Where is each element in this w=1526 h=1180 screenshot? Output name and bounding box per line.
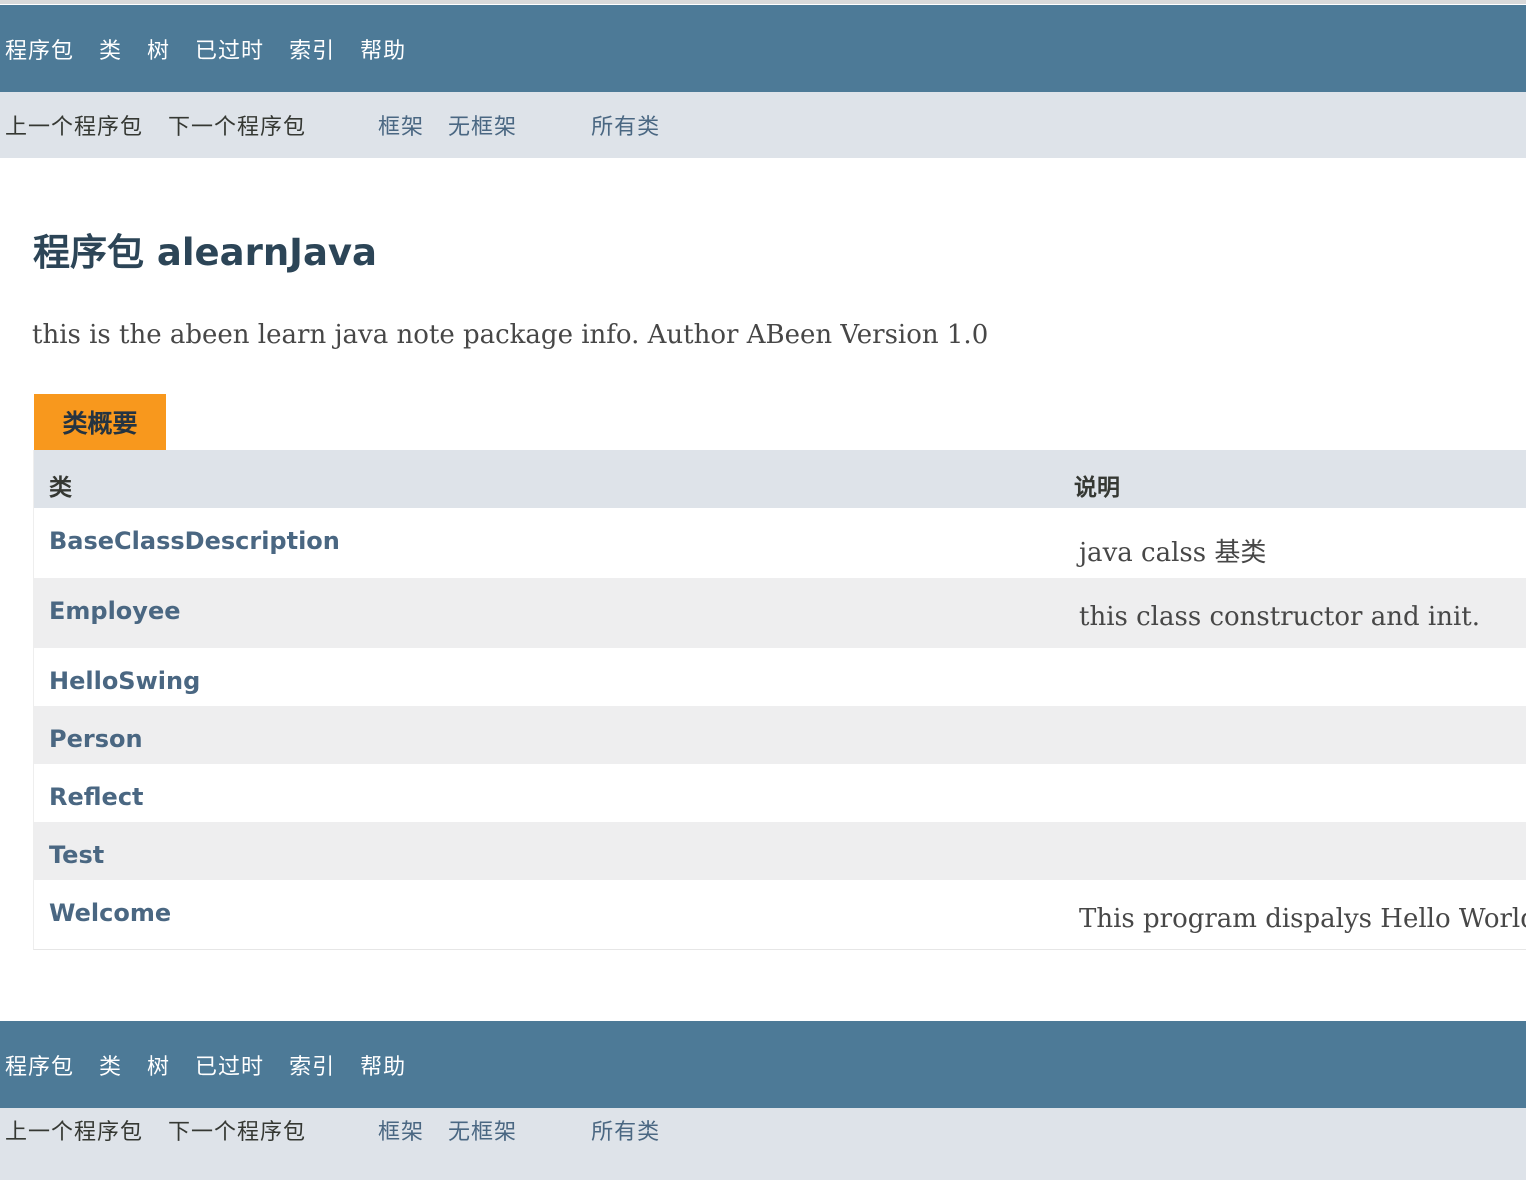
top-nav-bar: 程序包 类 树 已过时 索引 帮助 bbox=[0, 5, 1526, 92]
class-description: This program dispalys Hello World bbox=[1079, 904, 1526, 934]
table-row: HelloSwing bbox=[34, 648, 1526, 706]
bottom-all-classes-link[interactable]: 所有类 bbox=[591, 1114, 660, 1146]
table-row: Reflect bbox=[34, 764, 1526, 822]
bottom-no-frames-link[interactable]: 无框架 bbox=[448, 1114, 517, 1146]
nav-package[interactable]: 程序包 bbox=[5, 33, 74, 65]
sub-nav-bar: 上一个程序包 下一个程序包 框架 无框架 所有类 bbox=[0, 92, 1526, 158]
nav-class[interactable]: 类 bbox=[99, 33, 122, 65]
bottom-next-package-label: 下一个程序包 bbox=[168, 1120, 307, 1145]
class-link-reflect[interactable]: Reflect bbox=[49, 783, 144, 811]
class-description: this class constructor and init. bbox=[1079, 602, 1480, 632]
package-description: this is the abeen learn java note packag… bbox=[32, 320, 989, 350]
table-row: Welcome This program dispalys Hello Worl… bbox=[34, 880, 1526, 949]
class-link-test[interactable]: Test bbox=[49, 841, 104, 869]
no-frames-link[interactable]: 无框架 bbox=[448, 109, 517, 141]
window-top-border bbox=[0, 0, 1526, 4]
table-row: Test bbox=[34, 822, 1526, 880]
class-link-employee[interactable]: Employee bbox=[49, 597, 181, 625]
nav-help[interactable]: 帮助 bbox=[360, 33, 406, 65]
bottom-nav-bar: 程序包 类 树 已过时 索引 帮助 bbox=[0, 1021, 1526, 1108]
bottom-prev-package-label: 上一个程序包 bbox=[5, 1120, 144, 1145]
page-title: 程序包 alearnJava bbox=[33, 231, 378, 274]
class-summary-table: 类 说明 BaseClassDescription java calss 基类 … bbox=[33, 450, 1526, 950]
class-link-baseclassdescription[interactable]: BaseClassDescription bbox=[49, 527, 340, 555]
bottom-nav-package[interactable]: 程序包 bbox=[5, 1049, 74, 1081]
bottom-nav-help[interactable]: 帮助 bbox=[360, 1049, 406, 1081]
bottom-nav-tree[interactable]: 树 bbox=[147, 1049, 170, 1081]
bottom-sub-nav-bar: 上一个程序包 下一个程序包 框架 无框架 所有类 bbox=[0, 1108, 1526, 1180]
nav-deprecated[interactable]: 已过时 bbox=[195, 33, 264, 65]
table-row: Employee this class constructor and init… bbox=[34, 578, 1526, 648]
class-summary-caption: 类概要 bbox=[34, 394, 166, 450]
class-link-welcome[interactable]: Welcome bbox=[49, 899, 171, 927]
table-row: Person bbox=[34, 706, 1526, 764]
class-description: java calss 基类 bbox=[1079, 538, 1267, 568]
column-header-description: 说明 bbox=[1074, 475, 1120, 501]
next-package-label: 下一个程序包 bbox=[168, 115, 307, 140]
nav-index[interactable]: 索引 bbox=[289, 33, 335, 65]
bottom-nav-class[interactable]: 类 bbox=[99, 1049, 122, 1081]
table-row: BaseClassDescription java calss 基类 bbox=[34, 508, 1526, 578]
class-link-person[interactable]: Person bbox=[49, 725, 143, 753]
bottom-frames-link[interactable]: 框架 bbox=[378, 1114, 424, 1146]
frames-link[interactable]: 框架 bbox=[378, 109, 424, 141]
bottom-nav-deprecated[interactable]: 已过时 bbox=[195, 1049, 264, 1081]
class-link-helloswing[interactable]: HelloSwing bbox=[49, 667, 200, 695]
bottom-nav-index[interactable]: 索引 bbox=[289, 1049, 335, 1081]
nav-tree[interactable]: 树 bbox=[147, 33, 170, 65]
table-header: 类 说明 bbox=[34, 450, 1526, 508]
prev-package-label: 上一个程序包 bbox=[5, 115, 144, 140]
all-classes-link[interactable]: 所有类 bbox=[591, 109, 660, 141]
column-header-class: 类 bbox=[49, 475, 72, 501]
